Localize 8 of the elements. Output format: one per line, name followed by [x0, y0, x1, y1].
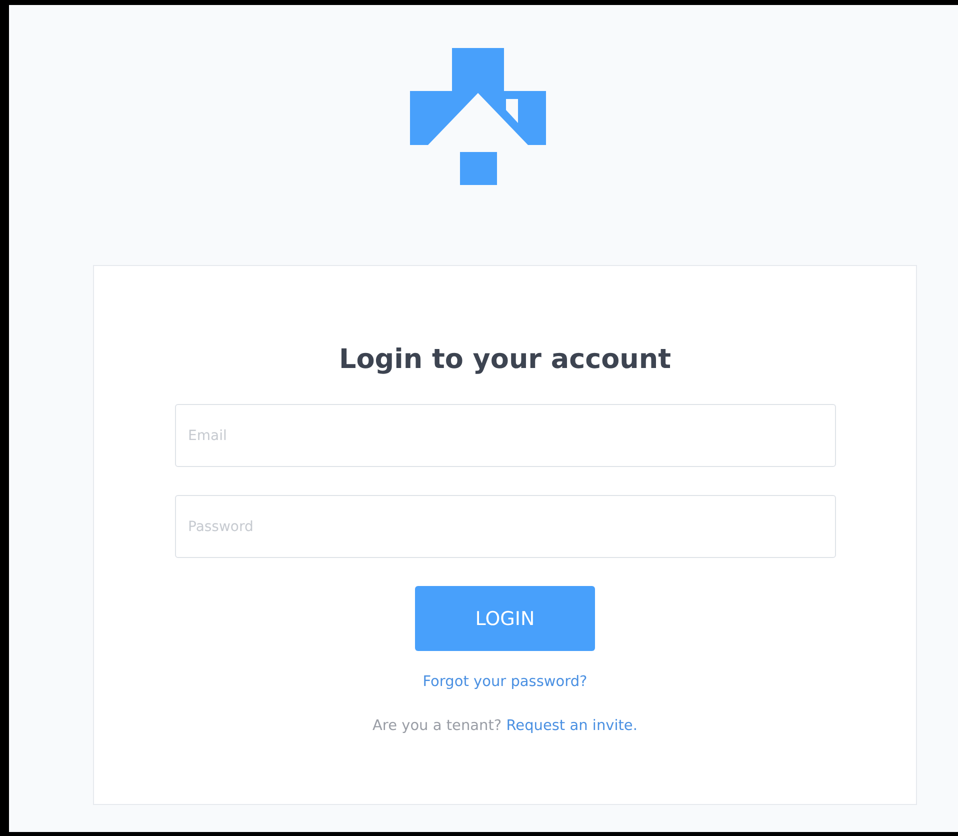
email-field[interactable]: Email: [175, 404, 836, 468]
forgot-password-link[interactable]: Forgot your password?: [422, 672, 588, 694]
tenant-prompt: Are you a tenant?: [372, 718, 502, 734]
request-invite-link[interactable]: Request an invite.: [506, 718, 638, 734]
login-title: Login to your account: [338, 344, 672, 376]
logo-icon: [410, 48, 546, 185]
password-field[interactable]: Password: [175, 495, 836, 558]
login-button[interactable]: LOGIN: [415, 586, 595, 652]
